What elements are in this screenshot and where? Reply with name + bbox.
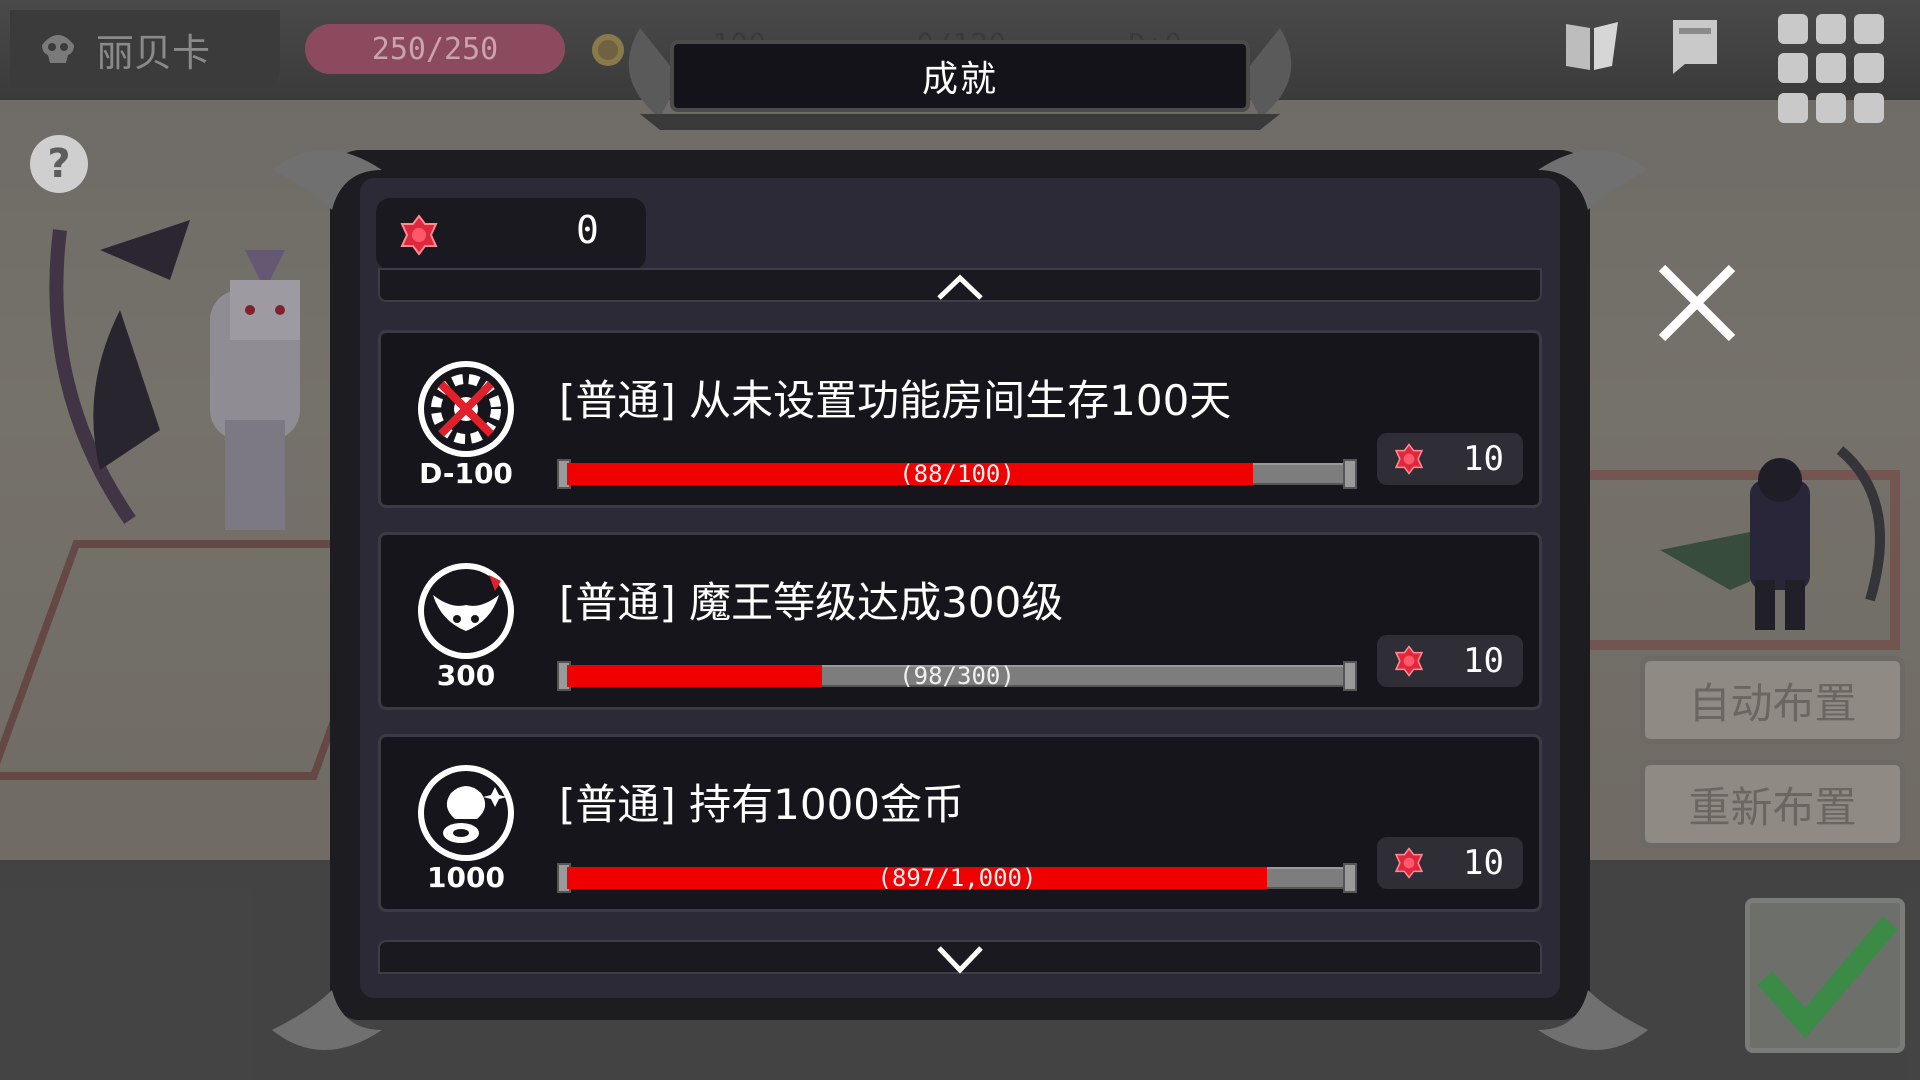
skull-icon — [42, 35, 74, 63]
red-gem-icon — [1394, 645, 1424, 677]
progress-bar: (98/300) — [557, 661, 1357, 691]
achievement-badge: D-100 — [411, 359, 521, 490]
progress-bar: (897/1,000) — [557, 863, 1357, 893]
progress-text: (88/100) — [899, 460, 1015, 488]
confirm-button[interactable] — [1745, 898, 1905, 1053]
chevron-down-icon[interactable] — [935, 942, 985, 976]
coin-bag-icon — [418, 765, 514, 861]
achievement-item[interactable]: D-100 [普通] 从未设置功能房间生存100天 (88/100) 10 — [378, 330, 1542, 508]
help-button[interactable]: ? — [30, 135, 88, 193]
title-plate: 成就 — [670, 40, 1250, 112]
red-gem-icon — [1394, 443, 1424, 475]
badge-label: 300 — [436, 659, 496, 692]
manual-icon[interactable] — [1665, 14, 1729, 78]
achievement-item[interactable]: 300 [普通] 魔王等级达成300级 (98/300) 10 — [378, 532, 1542, 710]
gem-count: 0 — [576, 208, 599, 252]
reward-amount: 10 — [1463, 843, 1504, 883]
chevron-up-icon[interactable] — [935, 272, 985, 302]
no-gear-icon — [418, 361, 514, 457]
page-title: 成就 — [921, 59, 998, 100]
scroll-down-area[interactable] — [360, 938, 1560, 982]
reward-amount: 10 — [1463, 439, 1504, 479]
achievement-title: [普通] 持有1000金币 — [559, 780, 965, 829]
player-info[interactable]: 丽贝卡 — [10, 10, 280, 88]
achievement-badge: 300 — [411, 561, 521, 692]
reward-claim[interactable]: 10 — [1377, 433, 1523, 485]
title-banner: 成就 — [600, 18, 1320, 133]
progress-text: (897/1,000) — [877, 864, 1037, 892]
book-icon[interactable] — [1560, 14, 1624, 78]
auto-place-button[interactable]: 自动布置 — [1640, 656, 1905, 744]
gem-balance: 0 — [376, 198, 646, 270]
menu-grid-icon[interactable] — [1778, 14, 1888, 124]
demon-king-icon — [418, 563, 514, 659]
progress-text: (98/300) — [899, 662, 1015, 690]
red-gem-icon — [1394, 847, 1424, 879]
badge-label: D-100 — [419, 457, 513, 490]
reward-claim[interactable]: 10 — [1377, 635, 1523, 687]
close-icon[interactable] — [1652, 258, 1742, 348]
achievement-badge: 1000 — [411, 763, 521, 894]
achievement-title: [普通] 从未设置功能房间生存100天 — [559, 376, 1232, 425]
reset-place-button[interactable]: 重新布置 — [1640, 760, 1905, 848]
achievement-title: [普通] 魔王等级达成300级 — [559, 578, 1064, 627]
player-name: 丽贝卡 — [96, 30, 211, 75]
reward-claim[interactable]: 10 — [1377, 837, 1523, 889]
checkmark-icon — [1757, 916, 1898, 1039]
scroll-up-area[interactable] — [360, 268, 1560, 312]
hp-counter: 250/250 — [305, 24, 565, 74]
achievement-item[interactable]: 1000 [普通] 持有1000金币 (897/1,000) 10 — [378, 734, 1542, 912]
reward-amount: 10 — [1463, 641, 1504, 681]
red-gem-icon — [400, 214, 438, 256]
badge-label: 1000 — [427, 861, 505, 894]
progress-bar: (88/100) — [557, 459, 1357, 489]
